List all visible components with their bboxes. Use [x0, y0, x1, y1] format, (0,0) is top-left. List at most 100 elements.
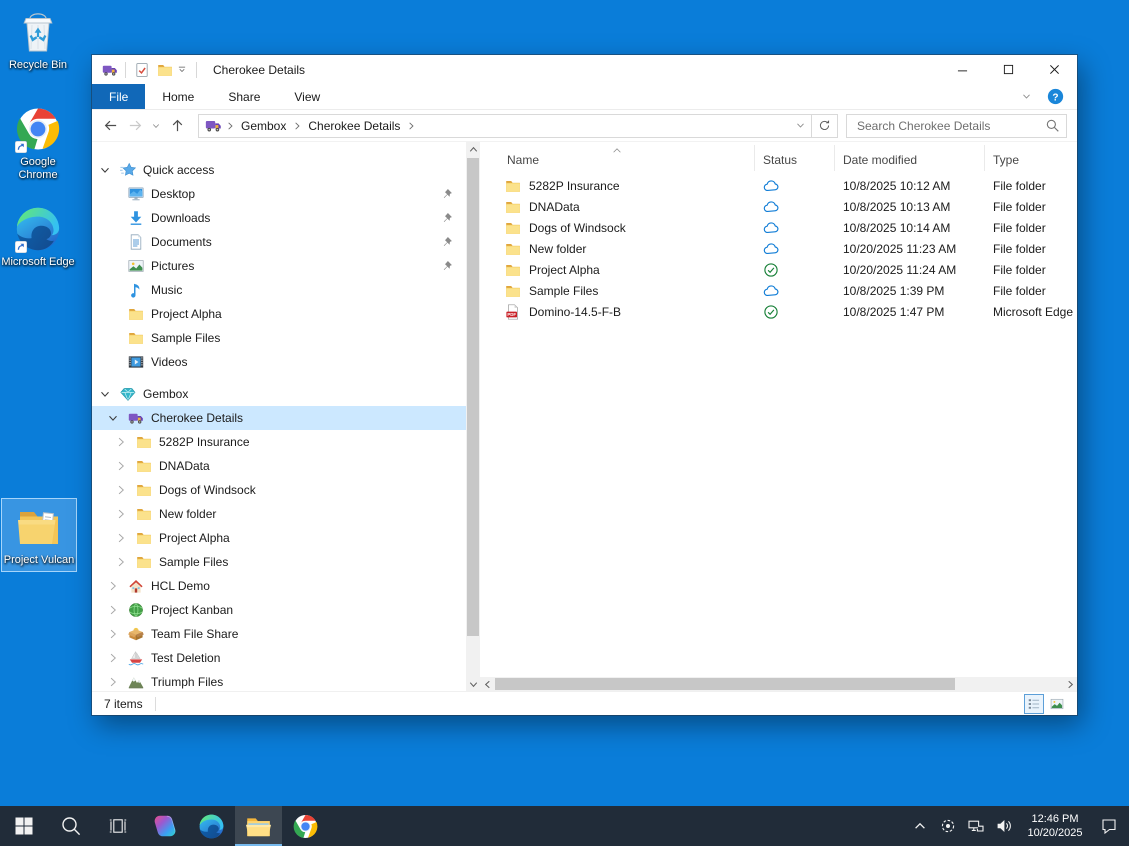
chevron-right-icon[interactable] — [114, 435, 128, 449]
file-row-new-folder[interactable]: New folder10/20/2025 11:23 AMFile folder — [480, 238, 1077, 259]
breadcrumb-chevron-icon[interactable] — [405, 120, 417, 132]
maximize-button[interactable] — [985, 55, 1031, 84]
nav-item-gembox[interactable]: Gembox — [92, 382, 466, 406]
taskbar-edge-button[interactable] — [188, 806, 235, 846]
qat-customize-chevron-icon[interactable] — [177, 64, 189, 76]
recent-locations-chevron-icon[interactable] — [148, 118, 164, 134]
nav-item-dogs-of-windsock[interactable]: Dogs of Windsock — [92, 478, 466, 502]
nav-item-desktop[interactable]: Desktop — [92, 182, 466, 206]
nav-item-project-kanban[interactable]: Project Kanban — [92, 598, 466, 622]
chevron-right-icon[interactable] — [114, 483, 128, 497]
chevron-right-icon[interactable] — [114, 555, 128, 569]
nav-item-project-alpha[interactable]: Project Alpha — [92, 526, 466, 550]
taskbar-task-view-button[interactable] — [94, 806, 141, 846]
properties-check-icon[interactable] — [133, 61, 150, 78]
nav-item-quick-access[interactable]: Quick access — [92, 158, 466, 182]
action-center-icon[interactable] — [1097, 814, 1121, 838]
expand-ribbon-chevron-icon[interactable] — [1021, 91, 1032, 102]
nav-item-project-alpha[interactable]: Project Alpha — [92, 302, 466, 326]
nav-vertical-scrollbar[interactable] — [466, 142, 480, 691]
nav-item-triumph-files[interactable]: Triumph Files — [92, 670, 466, 691]
file-row-sample-files[interactable]: Sample Files10/8/2025 1:39 PMFile folder — [480, 280, 1077, 301]
scroll-up-arrow-icon[interactable] — [466, 142, 480, 156]
nav-item-music[interactable]: Music — [92, 278, 466, 302]
taskbar-file-explorer-button[interactable] — [235, 806, 282, 846]
breadcrumb-chevron-icon[interactable] — [291, 120, 303, 132]
taskbar-copilot-button[interactable] — [141, 806, 188, 846]
nav-item-documents[interactable]: Documents — [92, 230, 466, 254]
scroll-right-arrow-icon[interactable] — [1063, 677, 1077, 691]
column-header-name[interactable]: Name — [480, 145, 755, 171]
chevron-right-icon[interactable] — [114, 531, 128, 545]
minimize-button[interactable] — [939, 55, 985, 84]
desktop-icon-microsoft-edge[interactable]: Microsoft Edge — [1, 201, 75, 269]
ribbon-tab-view[interactable]: View — [277, 84, 337, 109]
chevron-right-icon[interactable] — [106, 627, 120, 641]
column-header-type[interactable]: Type — [985, 145, 1077, 171]
up-arrow-icon[interactable] — [169, 118, 185, 134]
back-arrow-icon[interactable] — [102, 118, 118, 134]
taskbar-clock[interactable]: 12:46 PM 10/20/2025 — [1023, 812, 1087, 840]
nav-item-team-file-share[interactable]: Team File Share — [92, 622, 466, 646]
chevron-right-icon[interactable] — [106, 579, 120, 593]
desktop-icon-google-chrome[interactable]: Google Chrome — [1, 101, 75, 182]
nav-item-videos[interactable]: Videos — [92, 350, 466, 374]
window-titlebar[interactable]: Cherokee Details — [92, 55, 1077, 84]
nav-item-pictures[interactable]: Pictures — [92, 254, 466, 278]
file-row-dogs-of-windsock[interactable]: Dogs of Windsock10/8/2025 10:14 AMFile f… — [480, 217, 1077, 238]
breadcrumb-item-gembox[interactable]: Gembox — [238, 119, 289, 133]
file-row-5282p-insurance[interactable]: 5282P Insurance10/8/2025 10:12 AMFile fo… — [480, 175, 1077, 196]
search-box[interactable] — [846, 114, 1067, 138]
column-header-status[interactable]: Status — [755, 145, 835, 171]
chevron-down-icon[interactable] — [106, 411, 120, 425]
file-row-domino-14-5-f-b[interactable]: PDFDomino-14.5-F-B10/8/2025 1:47 PMMicro… — [480, 301, 1077, 322]
search-icon[interactable] — [1045, 118, 1060, 133]
ribbon-tab-share[interactable]: Share — [211, 84, 277, 109]
chevron-right-icon[interactable] — [114, 507, 128, 521]
forward-arrow-icon[interactable] — [127, 118, 143, 134]
new-folder-icon[interactable] — [156, 61, 173, 78]
scroll-down-arrow-icon[interactable] — [466, 677, 480, 691]
file-row-project-alpha[interactable]: Project Alpha10/20/2025 11:24 AMFile fol… — [480, 259, 1077, 280]
address-bar[interactable]: Gembox Cherokee Details — [198, 114, 812, 138]
file-row-dnadata[interactable]: DNAData10/8/2025 10:13 AMFile folder — [480, 196, 1077, 217]
help-icon[interactable]: ? — [1047, 88, 1064, 105]
chevron-right-icon[interactable] — [106, 651, 120, 665]
nav-item-5282p-insurance[interactable]: 5282P Insurance — [92, 430, 466, 454]
thumbnails-view-button[interactable] — [1047, 694, 1067, 714]
horizontal-scrollbar[interactable] — [480, 677, 1077, 691]
chevron-right-icon[interactable] — [114, 459, 128, 473]
close-button[interactable] — [1031, 55, 1077, 84]
nav-item-test-deletion[interactable]: Test Deletion — [92, 646, 466, 670]
scrollbar-thumb[interactable] — [467, 158, 479, 636]
ribbon-tab-home[interactable]: Home — [145, 84, 211, 109]
nav-item-cherokee-details[interactable]: Cherokee Details — [92, 406, 466, 430]
scrollbar-thumb[interactable] — [495, 678, 955, 690]
taskbar-chrome-button[interactable] — [282, 806, 329, 846]
nav-item-new-folder[interactable]: New folder — [92, 502, 466, 526]
breadcrumb-chevron-icon[interactable] — [224, 120, 236, 132]
nav-item-sample-files[interactable]: Sample Files — [92, 326, 466, 350]
nav-item-dnadata[interactable]: DNAData — [92, 454, 466, 478]
details-view-button[interactable] — [1024, 694, 1044, 714]
chevron-down-icon[interactable] — [98, 387, 112, 401]
tray-utility-icon[interactable] — [939, 817, 957, 835]
nav-item-downloads[interactable]: Downloads — [92, 206, 466, 230]
nav-item-hcl-demo[interactable]: HCL Demo — [92, 574, 466, 598]
tray-network-icon[interactable] — [967, 817, 985, 835]
taskbar-search-button[interactable] — [47, 806, 94, 846]
address-dropdown-chevron-icon[interactable] — [789, 115, 811, 137]
search-input[interactable] — [857, 119, 1045, 133]
breadcrumb-item-cherokee-details[interactable]: Cherokee Details — [305, 119, 403, 133]
taskbar-start-button[interactable] — [0, 806, 47, 846]
ribbon-tab-file[interactable]: File — [92, 84, 145, 109]
chevron-right-icon[interactable] — [106, 675, 120, 689]
desktop-icon-recycle-bin[interactable]: Recycle Bin — [1, 4, 75, 72]
tray-hidden-icons-icon[interactable] — [911, 817, 929, 835]
chevron-down-icon[interactable] — [98, 163, 112, 177]
tray-volume-icon[interactable] — [995, 817, 1013, 835]
nav-item-sample-files[interactable]: Sample Files — [92, 550, 466, 574]
chevron-right-icon[interactable] — [106, 603, 120, 617]
desktop-icon-project-vulcan[interactable]: Project Vulcan — [2, 499, 76, 571]
column-header-date-modified[interactable]: Date modified — [835, 145, 985, 171]
